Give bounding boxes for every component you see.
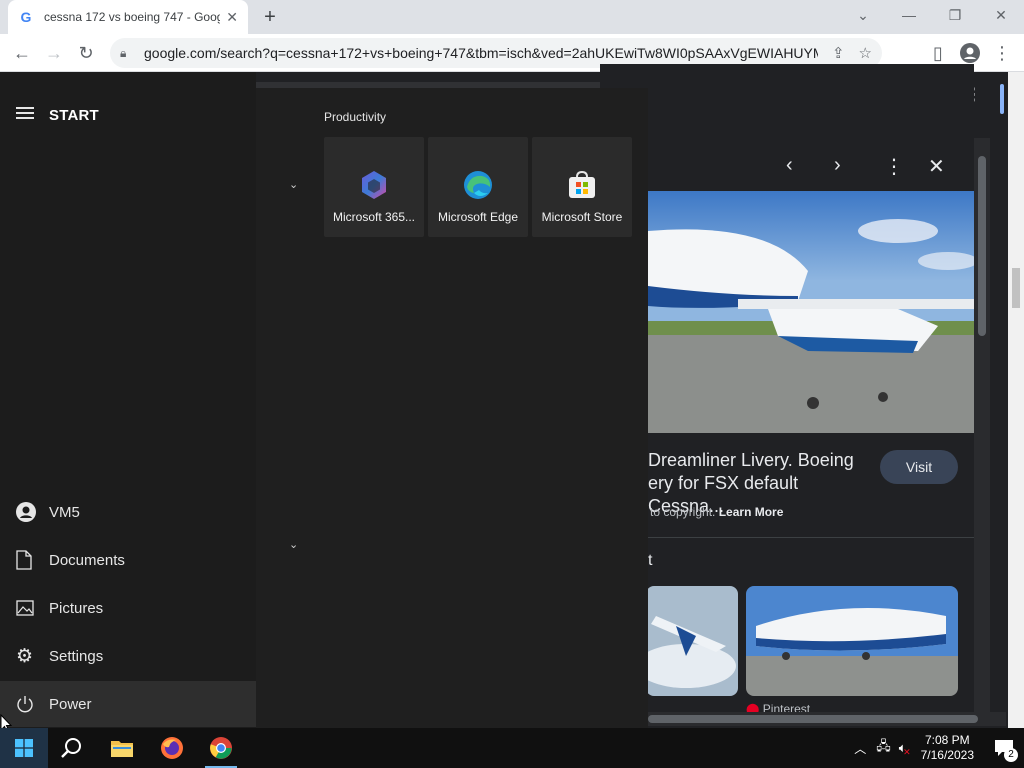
related-image-thumbnail[interactable] bbox=[646, 586, 738, 696]
preview-image[interactable] bbox=[648, 191, 974, 433]
gear-icon: ⚙ bbox=[16, 645, 34, 667]
pictures-icon bbox=[0, 600, 49, 616]
previous-image-icon[interactable]: ‹ bbox=[786, 154, 793, 177]
next-image-icon[interactable]: › bbox=[834, 154, 841, 177]
forward-button[interactable]: → bbox=[38, 34, 70, 72]
rail-item-user[interactable]: VM5 bbox=[0, 489, 256, 535]
bookmark-star-icon[interactable]: ☆ bbox=[859, 44, 872, 62]
system-tray: ︿ 🖧︎ 🔈︎ ✕ 7:08 PM 7/16/2023 2 bbox=[848, 728, 1024, 768]
start-menu-title: START bbox=[49, 107, 99, 124]
chevron-down-icon[interactable]: ⌄ bbox=[289, 538, 298, 551]
taskbar-firefox[interactable] bbox=[148, 728, 196, 768]
file-explorer-icon bbox=[111, 741, 133, 757]
start-menu-rail: START VM5 Documents Pictures ⚙ Settings … bbox=[0, 72, 256, 728]
minimize-button[interactable]: — bbox=[886, 0, 932, 30]
scrollbar-thumb[interactable] bbox=[1012, 268, 1020, 308]
rail-item-settings[interactable]: ⚙ Settings bbox=[0, 633, 256, 679]
chrome-icon bbox=[210, 737, 232, 759]
show-hidden-icons-chevron-icon[interactable]: ︿ bbox=[854, 740, 866, 757]
reload-button[interactable]: ↻ bbox=[70, 34, 102, 72]
rail-item-label: Settings bbox=[49, 647, 104, 665]
tile-label: Microsoft Edge bbox=[437, 210, 519, 224]
chrome-tab-strip: G cessna 172 vs boeing 747 - Goog ✕ + ⌄ … bbox=[0, 0, 1024, 34]
learn-more-link[interactable]: Learn More bbox=[719, 505, 784, 519]
panel-divider bbox=[648, 537, 974, 538]
volume-muted-icon[interactable]: 🔈︎ ✕ bbox=[899, 740, 911, 757]
search-icon bbox=[61, 738, 81, 758]
tile-label: Microsoft Store bbox=[541, 210, 623, 224]
document-icon bbox=[0, 550, 49, 570]
windows-start-icon bbox=[15, 739, 33, 757]
tab-close-icon[interactable]: ✕ bbox=[226, 9, 238, 26]
tile-label: Microsoft 365... bbox=[332, 210, 416, 224]
clock-date: 7/16/2023 bbox=[920, 748, 974, 762]
rail-item-documents[interactable]: Documents bbox=[0, 537, 256, 583]
scrollbar-thumb[interactable] bbox=[978, 156, 986, 336]
related-images-heading: t bbox=[648, 552, 653, 569]
microsoft-365-icon bbox=[362, 171, 386, 199]
visit-button[interactable]: Visit bbox=[880, 450, 958, 484]
tile-microsoft-edge[interactable]: Microsoft Edge bbox=[428, 137, 528, 237]
tab-search-button[interactable]: ⌄ bbox=[840, 0, 886, 30]
more-options-icon[interactable]: ⋮ bbox=[884, 154, 904, 179]
restore-button[interactable]: ❐ bbox=[932, 0, 978, 30]
windows-taskbar: ︿ 🖧︎ 🔈︎ ✕ 7:08 PM 7/16/2023 2 bbox=[0, 728, 1024, 768]
google-favicon-icon: G bbox=[20, 9, 32, 25]
edge-icon bbox=[464, 171, 492, 199]
chrome-menu-icon[interactable]: ⋮ bbox=[986, 34, 1018, 72]
browser-tab[interactable]: G cessna 172 vs boeing 747 - Goog ✕ bbox=[8, 0, 248, 34]
related-image-thumbnail[interactable] bbox=[746, 586, 958, 696]
new-tab-button[interactable]: + bbox=[258, 6, 282, 30]
copyright-notice: to copyright. Learn More bbox=[650, 505, 784, 519]
tab-title: cessna 172 vs boeing 747 - Goog bbox=[44, 10, 221, 24]
tile-group-label: Productivity bbox=[324, 110, 387, 124]
power-icon bbox=[0, 695, 49, 713]
firefox-icon bbox=[161, 737, 183, 759]
taskbar-file-explorer[interactable] bbox=[98, 728, 146, 768]
start-button[interactable] bbox=[0, 728, 48, 768]
hamburger-menu-icon[interactable] bbox=[16, 107, 34, 121]
store-icon bbox=[569, 170, 595, 198]
url-text: google.com/search?q=cessna+172+vs+boeing… bbox=[144, 45, 818, 61]
page-scrollbar[interactable] bbox=[1008, 72, 1024, 728]
share-icon[interactable]: ⇪ bbox=[832, 44, 845, 62]
user-icon bbox=[0, 502, 49, 522]
rail-item-label: Pictures bbox=[49, 599, 104, 617]
panel-scrollbar[interactable] bbox=[974, 138, 990, 714]
network-icon[interactable]: 🖧︎ bbox=[876, 737, 891, 759]
chevron-down-icon[interactable]: ⌄ bbox=[289, 178, 298, 191]
account-avatar[interactable] bbox=[1000, 84, 1004, 114]
tile-microsoft-store[interactable]: Microsoft Store bbox=[532, 137, 632, 237]
back-button[interactable]: ← bbox=[6, 34, 38, 72]
lock-icon[interactable]: 🔒︎ bbox=[120, 46, 134, 60]
taskbar-clock[interactable]: 7:08 PM 7/16/2023 bbox=[921, 733, 974, 763]
horizontal-scrollbar[interactable] bbox=[648, 712, 1006, 726]
rail-item-label: Documents bbox=[49, 551, 125, 569]
rail-item-label: VM5 bbox=[49, 503, 80, 521]
close-window-button[interactable]: ✕ bbox=[978, 0, 1024, 30]
scrollbar-thumb[interactable] bbox=[648, 715, 978, 723]
rail-item-pictures[interactable]: Pictures bbox=[0, 585, 256, 631]
taskbar-chrome[interactable] bbox=[197, 728, 245, 768]
rail-item-power[interactable]: Power bbox=[0, 681, 256, 727]
taskbar-search-button[interactable] bbox=[48, 728, 96, 768]
tile-microsoft-365[interactable]: Microsoft 365... bbox=[324, 137, 424, 237]
notification-count-badge: 2 bbox=[1004, 748, 1018, 762]
notification-center-button[interactable]: 2 bbox=[984, 728, 1024, 768]
close-preview-icon[interactable]: ✕ bbox=[928, 154, 945, 179]
rail-item-label: Power bbox=[49, 695, 92, 713]
clock-time: 7:08 PM bbox=[924, 733, 970, 747]
